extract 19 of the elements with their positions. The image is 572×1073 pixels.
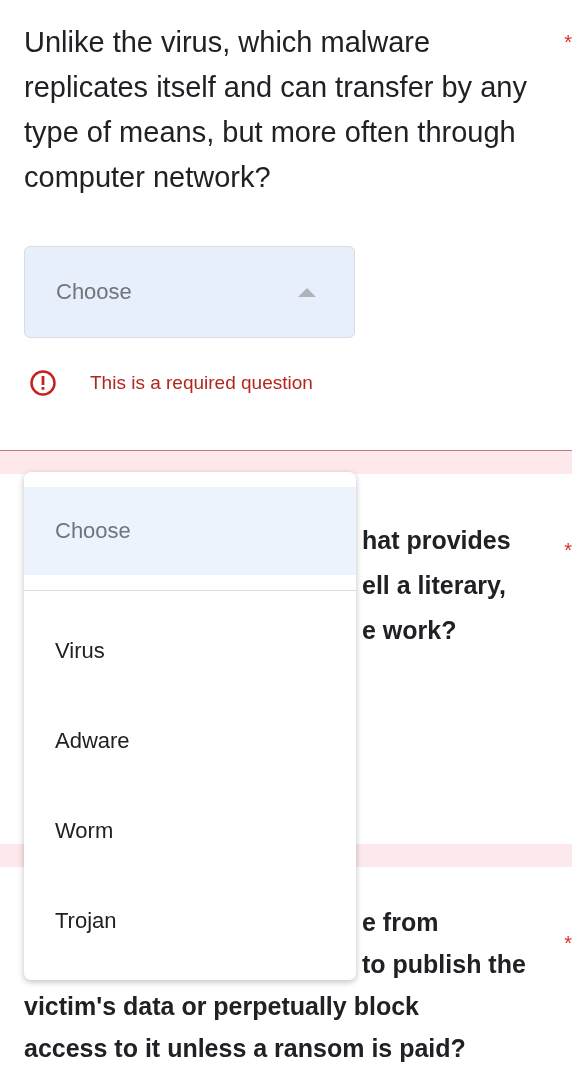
menu-option[interactable]: Adware bbox=[24, 696, 356, 786]
question-text: hat provides bbox=[362, 525, 511, 556]
error-icon bbox=[30, 370, 56, 396]
required-asterisk: * bbox=[564, 32, 572, 52]
menu-option[interactable]: Virus bbox=[24, 606, 356, 696]
error-message: This is a required question bbox=[90, 372, 313, 394]
menu-option[interactable]: Worm bbox=[24, 786, 356, 876]
question-text: e from bbox=[362, 907, 439, 938]
question-text: to publish the bbox=[362, 949, 526, 980]
question-text: Unlike the virus, which malware replicates itself and can transfer by any type of means, but more often through computer network? bbox=[24, 25, 528, 195]
required-asterisk: * bbox=[564, 540, 572, 560]
question-text: victim's data or perpetually block bbox=[24, 991, 419, 1022]
menu-option[interactable]: Trojan bbox=[24, 876, 356, 966]
question-text: ell a literary, bbox=[362, 570, 507, 601]
menu-option[interactable]: Choose bbox=[24, 487, 356, 575]
dropdown-field[interactable]: Choose bbox=[24, 246, 355, 338]
required-asterisk: * bbox=[564, 933, 572, 953]
question-text: e work? bbox=[362, 615, 457, 646]
question-text: access to it unless a ransom is paid? bbox=[24, 1033, 466, 1064]
